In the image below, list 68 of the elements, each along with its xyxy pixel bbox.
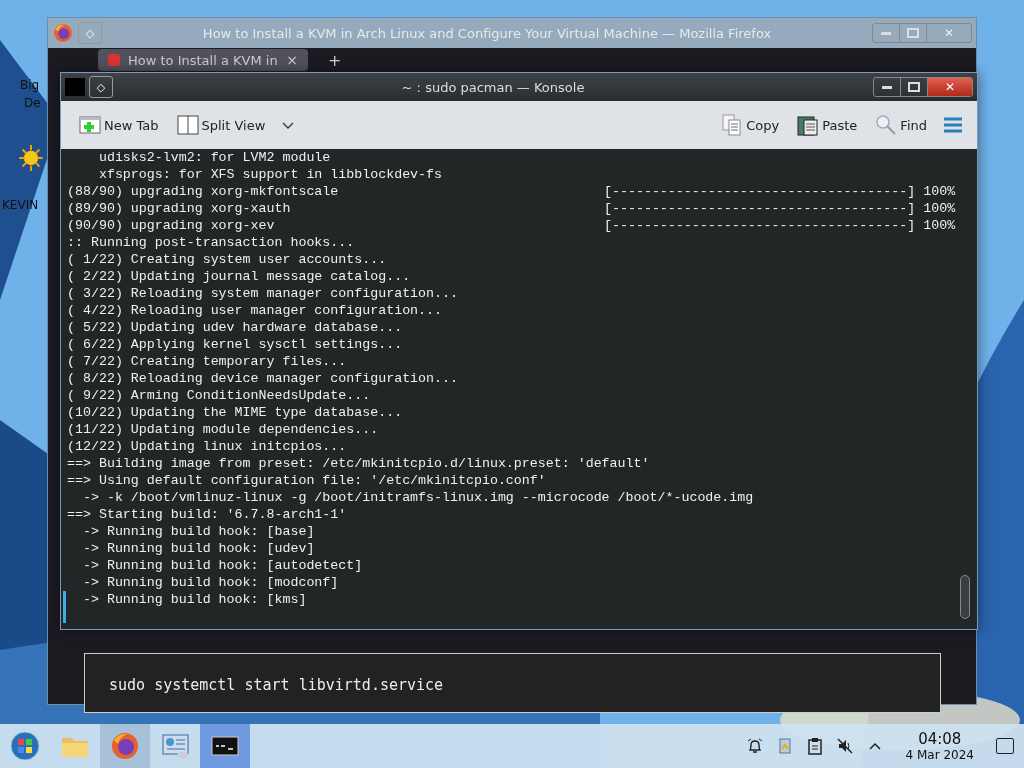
scroll-marker xyxy=(63,591,66,623)
progress-text: [-------------------------------------] 100% xyxy=(604,183,956,200)
alarm-bell-icon[interactable] xyxy=(745,737,764,755)
terminal-line: ( 8/22) Reloading device manager configuration... xyxy=(67,370,458,387)
terminal-line: (88/90) upgrading xorg-mkfontscale xyxy=(67,183,340,200)
close-tab-button[interactable]: × xyxy=(286,52,298,68)
terminal-line: ==> Starting build: '6.7.8-arch1-1' xyxy=(67,506,347,523)
clock-time: 04:08 xyxy=(918,730,962,748)
search-icon xyxy=(875,114,898,136)
new-tab-icon xyxy=(79,114,101,136)
show-desktop-button[interactable] xyxy=(996,738,1014,754)
find-button[interactable]: Find xyxy=(873,112,929,138)
terminal-line: ( 9/22) Arming ConditionNeedsUpdate... xyxy=(67,387,371,404)
muted-speaker-icon[interactable] xyxy=(835,737,854,755)
terminal-line: :: Running post-transaction hooks... xyxy=(67,234,355,251)
taskbar-app-button[interactable] xyxy=(200,724,250,768)
folder-icon xyxy=(62,738,88,757)
terminal-line: ( 1/22) Creating system user accounts... xyxy=(67,251,387,268)
terminal-line: xfsprogs: for XFS support in libblockdev-fs xyxy=(97,166,443,183)
progress-text: [-------------------------------------] 100% xyxy=(604,200,956,217)
terminal-line: (89/90) upgrading xorg-xauth xyxy=(67,200,292,217)
terminal-line: -> -k /boot/vmlinuz-linux -g /boot/initramfs-linux.img --microcode /boot/*-ucode.img xyxy=(81,489,754,506)
terminal-line: ( 2/22) Updating journal message catalog... xyxy=(67,268,411,285)
split-view-icon xyxy=(176,114,199,136)
firefox-icon xyxy=(112,733,138,759)
split-view-button[interactable]: Split View xyxy=(174,112,268,138)
start-orb-icon xyxy=(10,731,40,761)
browser-tab[interactable]: How to Install a KVM in × xyxy=(98,49,308,71)
terminal-line: ( 6/22) Applying kernel sysctl settings... xyxy=(67,336,403,353)
terminal-icon xyxy=(65,78,85,96)
terminal-line: -> Running build hook: [base] xyxy=(81,523,315,540)
close-button[interactable]: ✕ xyxy=(927,78,972,96)
paste-button[interactable]: Paste xyxy=(795,112,860,138)
terminal-line: ( 3/22) Reloading system manager configuration... xyxy=(67,285,458,302)
terminal-line: -> Running build hook: [udev] xyxy=(81,540,315,557)
new-tab-button[interactable]: + xyxy=(328,50,342,70)
scrollbar-thumb[interactable] xyxy=(960,575,970,619)
progress-text: [-------------------------------------] 100% xyxy=(604,217,956,234)
new-tab-button[interactable]: New Tab xyxy=(77,112,161,138)
terminal-line: ==> Using default configuration file: '/etc/mkinitcpio.conf' xyxy=(67,472,546,489)
window-title: How to Install a KVM in Arch Linux and Configure Your Virtual Machine — Mozilla Firefox xyxy=(201,25,773,41)
menu-icon[interactable] xyxy=(943,117,963,133)
terminal-line: ( 7/22) Creating temporary files... xyxy=(67,353,347,370)
terminal-line: -> Running build hook: [kms] xyxy=(81,591,307,608)
pin-button[interactable]: ◇ xyxy=(89,76,113,98)
copy-button[interactable]: Copy xyxy=(719,112,782,138)
terminal-line: (90/90) upgrading xorg-xev xyxy=(67,217,276,234)
terminal-line: ==> Building image from preset: /etc/mkinitcpio.d/linux.preset: 'default' xyxy=(67,455,650,472)
clock-date: 4 Mar 2024 xyxy=(905,748,974,762)
terminal-line: (10/22) Updating the MIME type database... xyxy=(67,404,403,421)
clipboard-icon[interactable] xyxy=(805,737,824,755)
terminal-line: ( 5/22) Updating udev hardware database... xyxy=(67,319,403,336)
tab-title: How to Install a KVM in xyxy=(128,52,278,68)
window-title: ~ : sudo pacman — Konsole xyxy=(400,79,586,95)
favicon-icon xyxy=(108,54,120,66)
terminal-line: -> Running build hook: [modconf] xyxy=(81,574,339,591)
code-block: sudo systemctl start libvirtd.service xyxy=(84,653,941,713)
terminal-line: -> Running build hook: [autodetect] xyxy=(81,557,363,574)
system-monitor-icon xyxy=(162,734,189,758)
firefox-icon xyxy=(54,24,72,42)
terminal-line: (11/22) Updating module dependencies... xyxy=(67,421,379,438)
terminal-line: udisks2-lvm2: for LVM2 module xyxy=(97,149,331,166)
copy-icon xyxy=(721,114,744,136)
paste-icon xyxy=(797,114,820,136)
terminal-line: (12/22) Updating linux initcpios... xyxy=(67,438,347,455)
terminal-line: ( 4/22) Reloading user manager configuration... xyxy=(67,302,443,319)
terminal-icon xyxy=(211,736,239,756)
clock[interactable]: 04:08 4 Mar 2024 xyxy=(895,730,984,762)
